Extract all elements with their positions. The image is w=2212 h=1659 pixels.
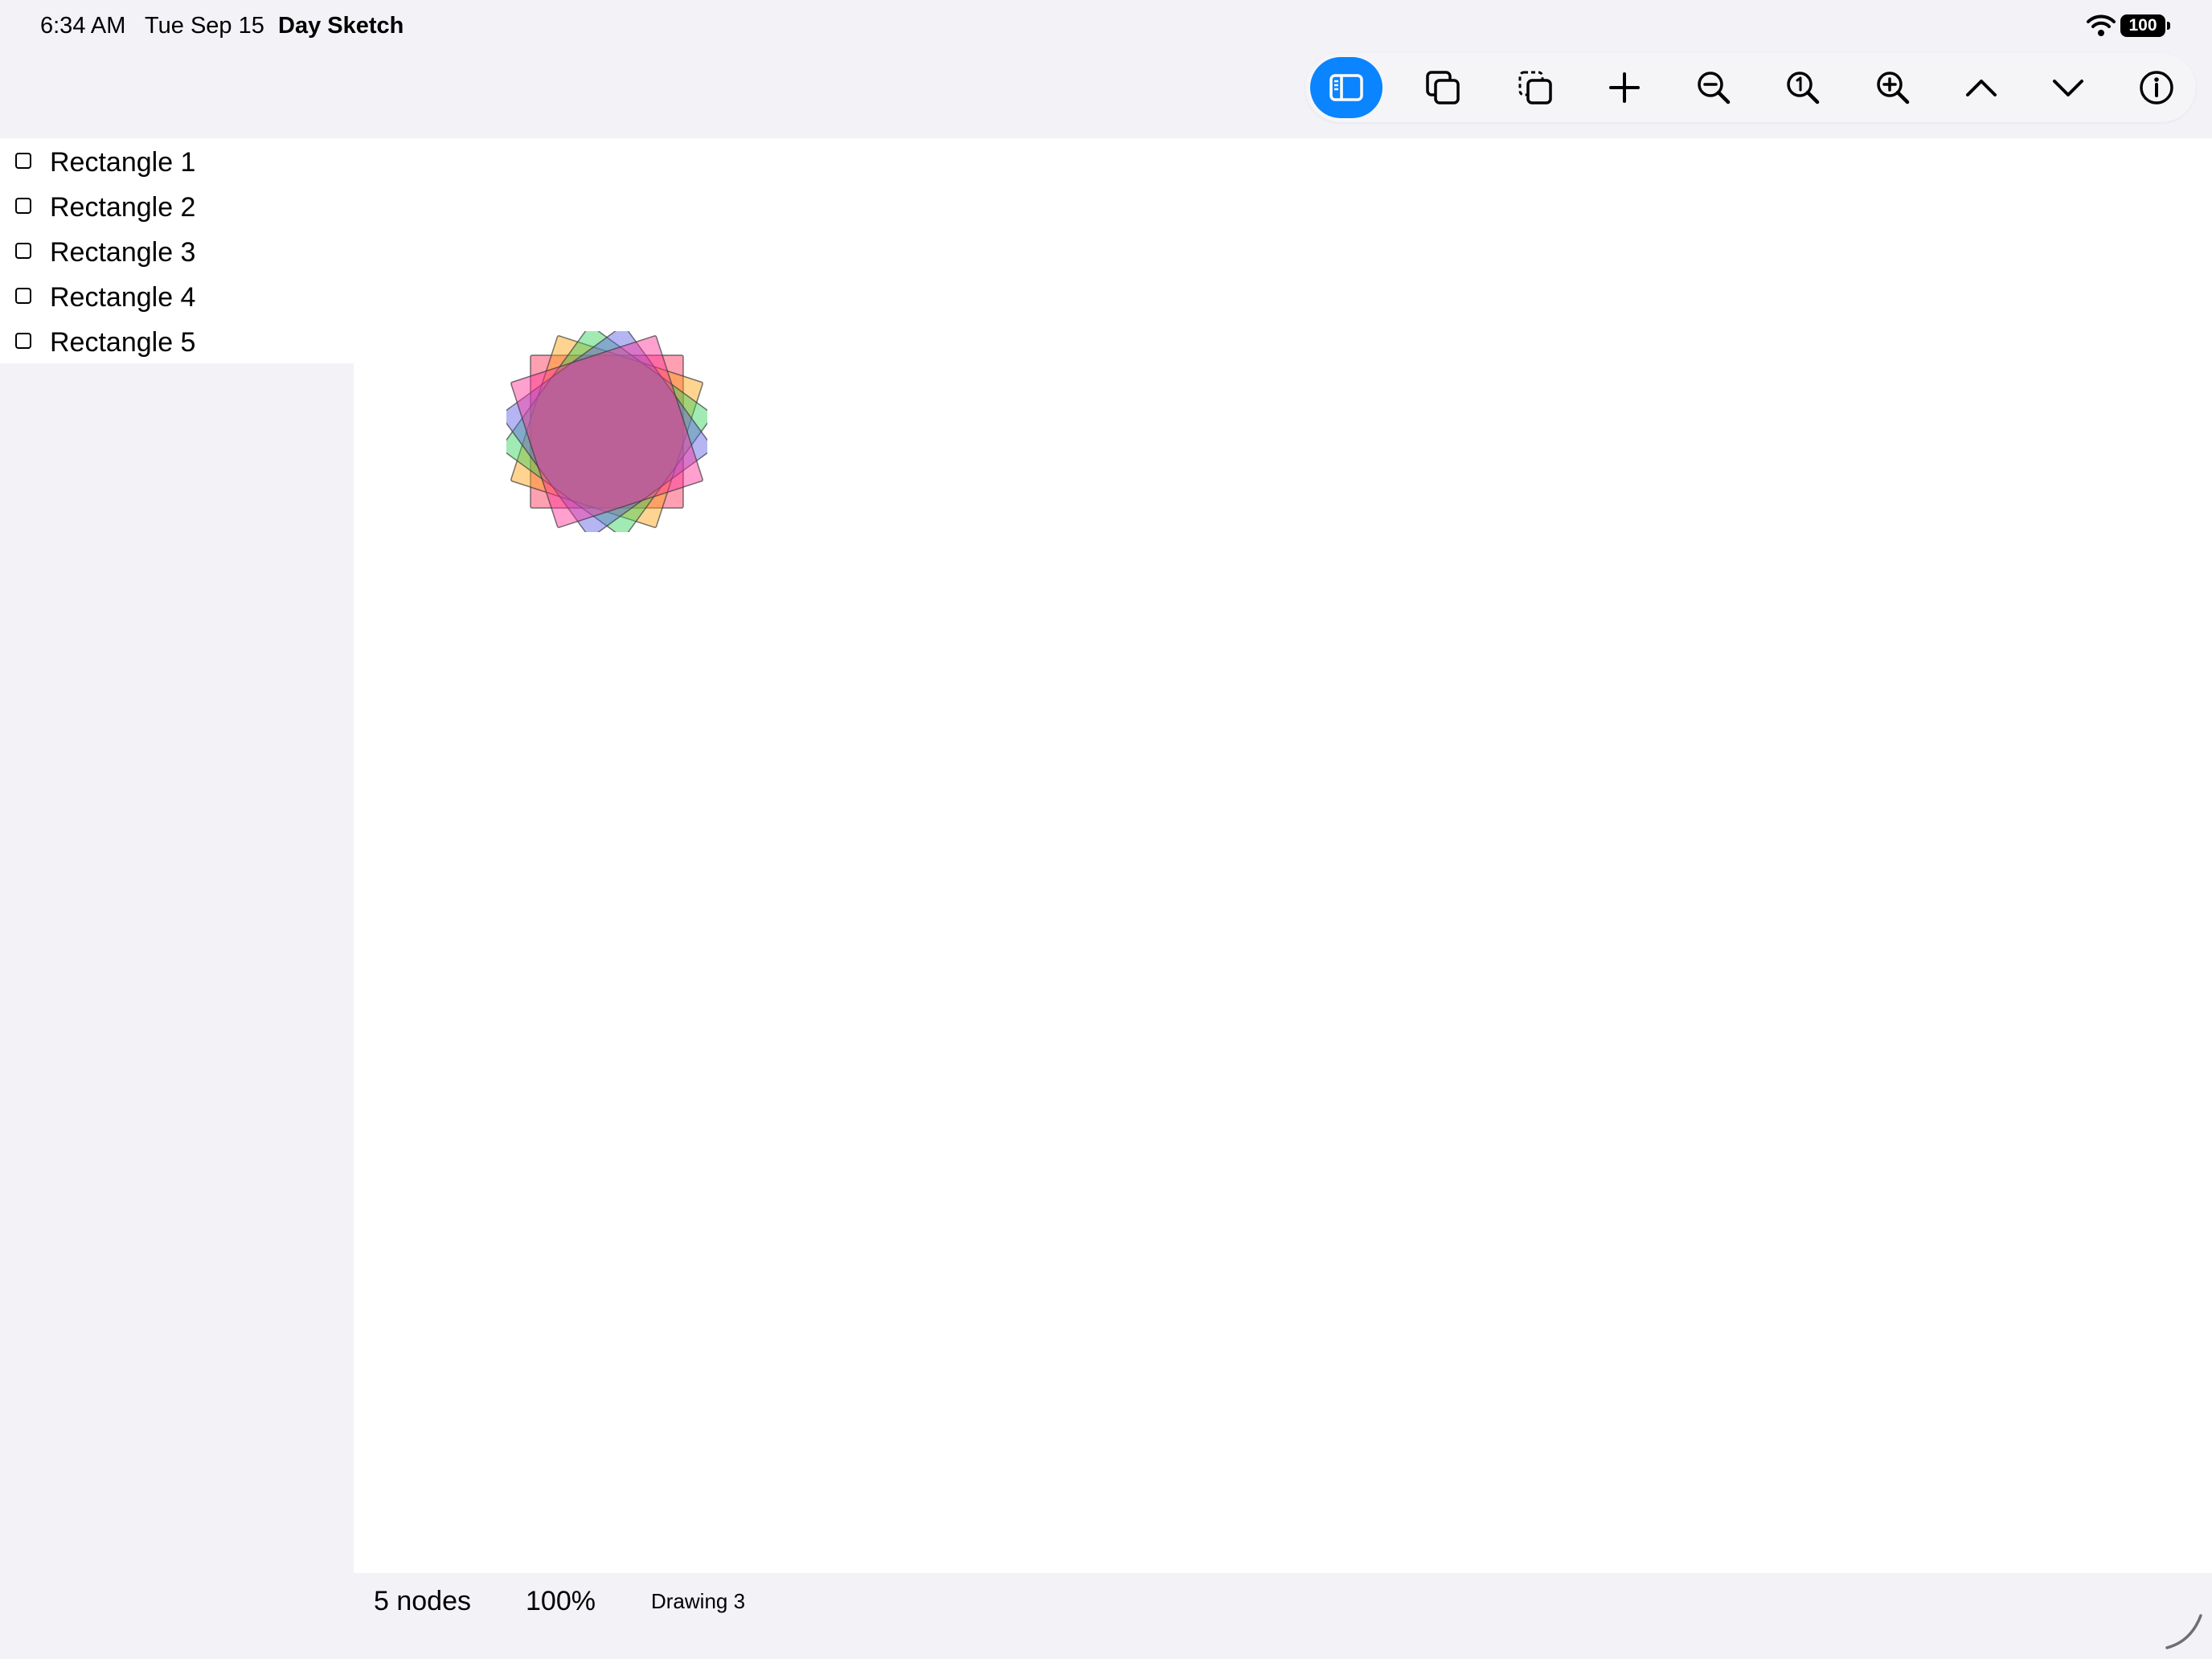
rectangle-icon (15, 153, 31, 169)
layer-row-rectangle-3[interactable]: Rectangle 3 (0, 228, 354, 273)
shapes-group (506, 331, 707, 532)
resize-handle-icon[interactable] (2162, 1609, 2206, 1653)
chevron-up-icon (1966, 80, 1997, 96)
duplicate-button[interactable] (1407, 57, 1479, 118)
copy-selection-button[interactable] (1499, 57, 1571, 118)
rectangle-icon (15, 243, 31, 259)
layer-list: Rectangle 1 Rectangle 2 Rectangle 3 Rect… (0, 138, 354, 363)
sidebar-toggle-icon (1329, 74, 1363, 101)
layer-label: Rectangle 4 (50, 282, 196, 313)
zoom-in-button[interactable] (1857, 57, 1929, 118)
layer-row-rectangle-1[interactable]: Rectangle 1 (0, 138, 354, 183)
selection-copy-icon (1518, 71, 1552, 104)
zoom-in-icon (1877, 72, 1910, 104)
rectangle-icon (15, 198, 31, 214)
zoom-actual-size-icon (1787, 72, 1820, 104)
app-name: Day Sketch (278, 13, 404, 39)
battery-icon: 100 (2120, 14, 2170, 37)
move-up-button[interactable] (1945, 57, 2017, 118)
layer-label: Rectangle 2 (50, 192, 196, 223)
layer-label: Rectangle 1 (50, 147, 196, 178)
layer-row-rectangle-5[interactable]: Rectangle 5 (0, 318, 354, 363)
zoom-actual-size-button[interactable] (1767, 57, 1839, 118)
toolbar (1305, 53, 2196, 122)
drawing-canvas[interactable] (354, 138, 2212, 1573)
battery-level: 100 (2120, 14, 2165, 37)
chevron-down-icon (2053, 80, 2083, 96)
info-icon (2140, 71, 2173, 104)
layer-label: Rectangle 5 (50, 327, 196, 358)
layer-label: Rectangle 3 (50, 237, 196, 268)
zoom-level[interactable]: 100% (526, 1585, 596, 1617)
sidebar-toggle-button[interactable] (1310, 57, 1382, 118)
move-down-button[interactable] (2032, 57, 2104, 118)
node-count: 5 nodes (374, 1586, 471, 1616)
zoom-out-icon (1698, 72, 1731, 104)
plus-icon (1609, 72, 1640, 103)
rectangle-icon (15, 333, 31, 349)
status-bar: 6:34 AM Tue Sep 15 Day Sketch 100 (0, 0, 2212, 51)
status-time: 6:34 AM (40, 13, 126, 39)
layer-row-rectangle-4[interactable]: Rectangle 4 (0, 273, 354, 318)
zoom-out-button[interactable] (1677, 57, 1750, 118)
status-date: Tue Sep 15 (145, 13, 264, 39)
duplicate-icon (1426, 71, 1460, 104)
wifi-icon (2087, 14, 2116, 36)
rectangle-icon (15, 288, 31, 304)
layer-row-rectangle-2[interactable]: Rectangle 2 (0, 183, 354, 228)
add-button[interactable] (1588, 57, 1661, 118)
document-name[interactable]: Drawing 3 (651, 1585, 745, 1617)
info-button[interactable] (2120, 57, 2193, 118)
app-window: 6:34 AM Tue Sep 15 Day Sketch 100 Rectan… (0, 0, 2212, 1659)
